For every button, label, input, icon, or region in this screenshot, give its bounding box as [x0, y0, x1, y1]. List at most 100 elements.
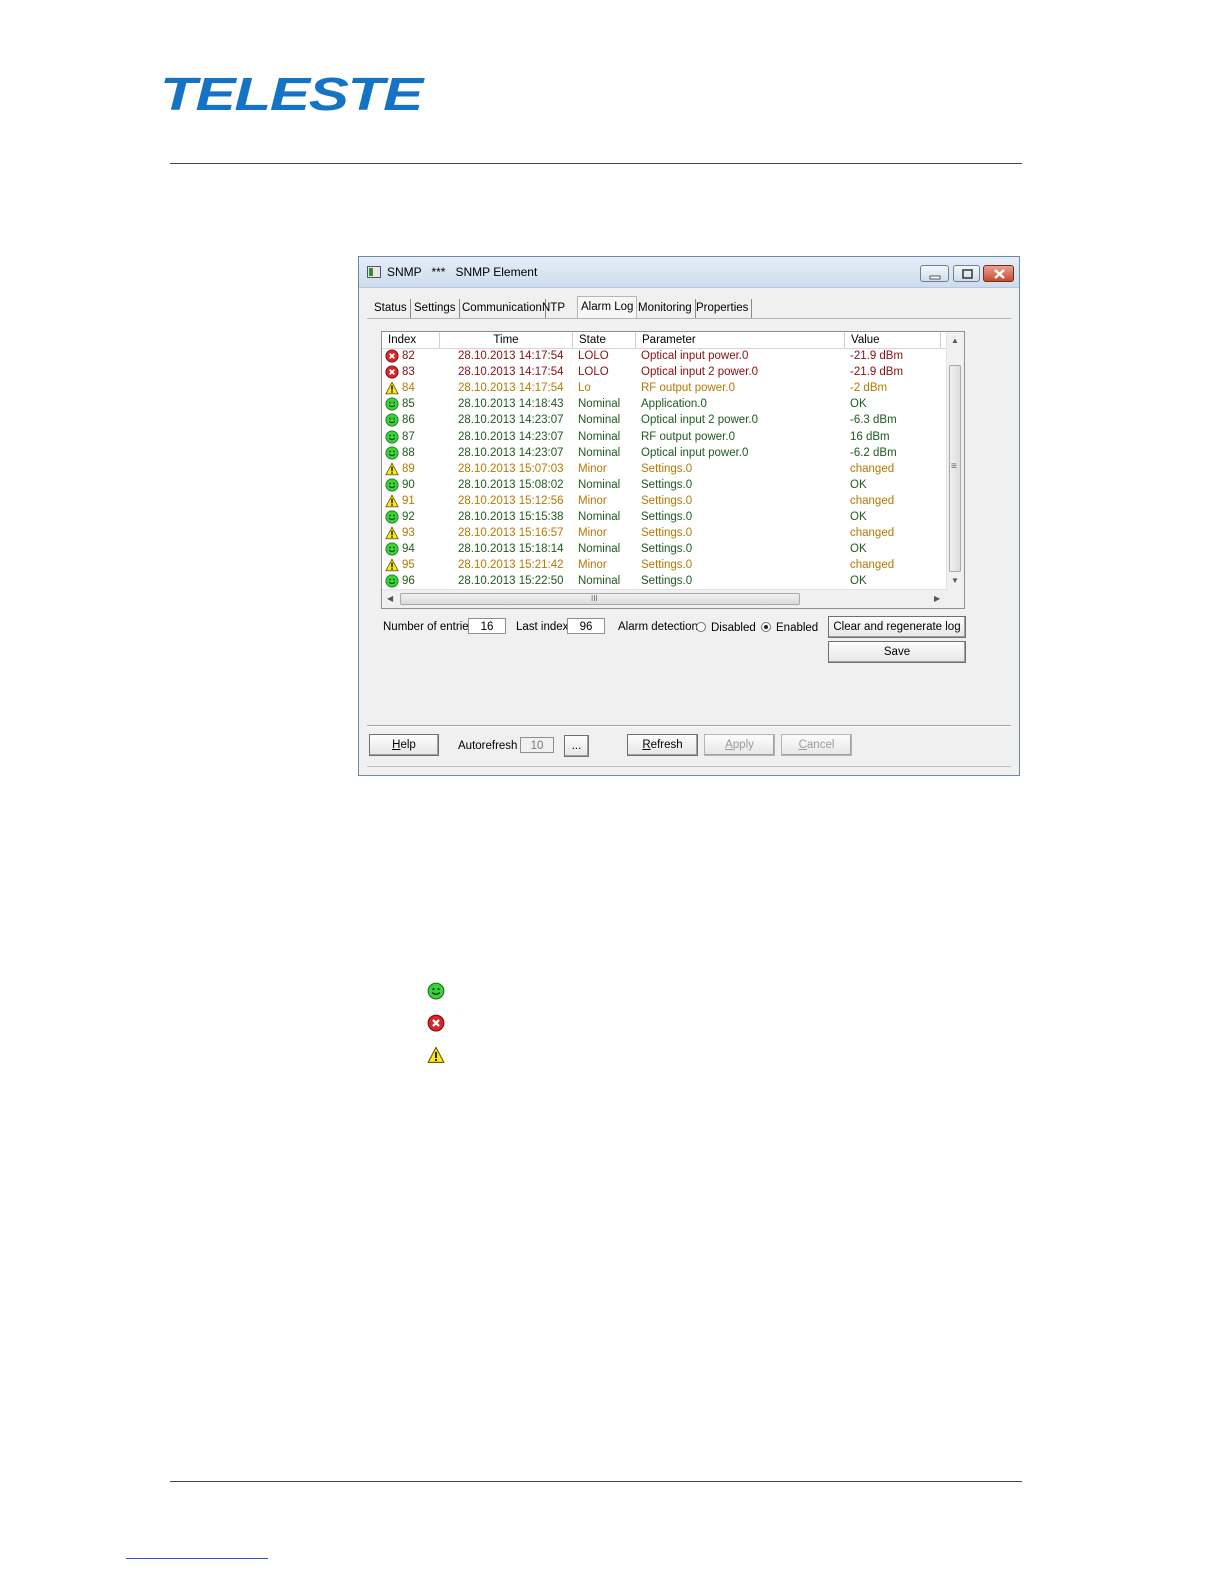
minimize-icon	[929, 275, 941, 280]
cell-parameter: Settings.0	[641, 543, 693, 556]
error-icon	[385, 365, 399, 379]
scroll-left-arrow-icon[interactable]: ◀	[387, 594, 393, 604]
cell-time: 28.10.2013 15:22:50	[458, 575, 564, 588]
cell-index: 90	[402, 478, 415, 491]
cell-time: 28.10.2013 14:17:54	[458, 350, 564, 362]
apply-button-label: pply	[732, 739, 754, 751]
warning-icon	[385, 526, 399, 540]
column-header-time[interactable]: Time	[440, 332, 573, 348]
ok-smiley-icon	[385, 429, 399, 444]
legend-ok-smiley-icon	[427, 982, 445, 1000]
cell-parameter: Optical input 2 power.0	[641, 366, 758, 379]
clear-and-regenerate-log-button[interactable]: Clear and regenerate log	[828, 616, 966, 638]
enabled-label[interactable]: Enabled	[776, 620, 818, 636]
cell-parameter: RF output power.0	[641, 382, 735, 395]
cell-value: changed	[850, 494, 895, 507]
tab-communication[interactable]: Communication	[459, 299, 546, 318]
table-row[interactable]: 91 28.10.2013 15:12:56 Minor Settings.0 chan…	[382, 493, 948, 509]
disabled-label[interactable]: Disabled	[711, 620, 756, 636]
teleste-logo: TELESTE	[160, 70, 426, 118]
column-header-parameter[interactable]: Parameter	[636, 332, 845, 348]
column-header-index[interactable]: Index	[382, 332, 440, 348]
cell-value: -21.9 dBm	[850, 350, 904, 362]
cell-parameter: Settings.0	[641, 559, 693, 572]
cell-parameter: Application.0	[641, 398, 707, 411]
maximize-button[interactable]	[953, 265, 980, 282]
horizontal-scrollbar[interactable]: ◀ III ▶	[382, 589, 948, 608]
cell-index: 92	[402, 511, 415, 523]
cell-parameter: Settings.0	[641, 462, 693, 475]
cell-parameter: Settings.0	[641, 575, 693, 588]
column-header-state[interactable]: State	[573, 332, 636, 348]
cell-value: OK	[850, 543, 867, 556]
table-row[interactable]: 86 28.10.2013 14:23:07 Nominal Optical inpu…	[382, 412, 948, 428]
table-row[interactable]: 96 28.10.2013 15:22:50 Nominal Settings.0 OK	[382, 573, 948, 589]
table-row[interactable]: 87 28.10.2013 14:23:07 Nominal RF output po…	[382, 429, 948, 445]
table-row[interactable]: 85 28.10.2013 14:18:43 Nominal Application.…	[382, 396, 948, 412]
cell-index: 83	[402, 366, 415, 379]
autorefresh-field[interactable]: 10	[520, 737, 554, 753]
scroll-up-arrow-icon[interactable]: ▲	[951, 336, 959, 346]
last-index-field[interactable]: 96	[567, 618, 605, 634]
vertical-scrollbar[interactable]: ▲ ≡ ▼	[946, 332, 964, 590]
scroll-down-arrow-icon[interactable]: ▼	[951, 576, 959, 586]
scrollbar-corner	[947, 590, 964, 608]
number-of-entries-field[interactable]: 16	[468, 618, 506, 634]
cell-state: Nominal	[578, 446, 621, 459]
autorefresh-options-button[interactable]: ...	[564, 735, 589, 757]
table-row[interactable]: 82 28.10.2013 14:17:54 LOLO Optical input p…	[382, 348, 948, 364]
cell-time: 28.10.2013 14:23:07	[458, 430, 564, 443]
refresh-button[interactable]: Refresh	[627, 734, 698, 756]
tab-properties[interactable]: Properties	[693, 299, 753, 318]
close-button[interactable]	[983, 265, 1014, 282]
apply-button[interactable]: Apply	[704, 734, 775, 756]
cell-index: 86	[402, 414, 415, 427]
cell-time: 28.10.2013 15:12:56	[458, 494, 564, 507]
vertical-scroll-thumb[interactable]: ≡	[949, 365, 961, 572]
tab-monitoring[interactable]: Monitoring	[635, 299, 696, 318]
horizontal-thumb-grip: III	[591, 594, 598, 603]
table-row[interactable]: 92 28.10.2013 15:15:38 Nominal Settings.0 OK	[382, 509, 948, 525]
alarm-detection-disabled-radio[interactable]	[696, 622, 706, 632]
cancel-button[interactable]: Cancel	[781, 734, 852, 756]
save-button[interactable]: Save	[828, 641, 966, 663]
alarm-detection-enabled-radio[interactable]	[761, 622, 771, 632]
scroll-right-arrow-icon[interactable]: ▶	[934, 594, 940, 604]
tab-settings[interactable]: Settings	[411, 299, 460, 318]
autorefresh-label: Autorefresh	[458, 740, 518, 752]
cell-state: Nominal	[578, 575, 621, 588]
column-header-value[interactable]: Value	[845, 332, 941, 348]
table-row[interactable]: 89 28.10.2013 15:07:03 Minor Settings.0 chan…	[382, 461, 948, 477]
help-button[interactable]: Help	[369, 734, 439, 756]
cell-time: 28.10.2013 15:15:38	[458, 511, 564, 523]
cell-state: Minor	[578, 494, 607, 507]
ok-smiley-icon	[385, 542, 399, 556]
alarm-log-list[interactable]: Index Time State Parameter Value 82 28.10…	[381, 331, 965, 609]
cell-state: LOLO	[578, 350, 609, 362]
table-row[interactable]: 94 28.10.2013 15:18:14 Nominal Settings.0 OK	[382, 541, 948, 557]
warning-icon	[385, 381, 399, 395]
cell-state: Minor	[578, 559, 607, 572]
tab-ntp[interactable]: NTP	[539, 299, 568, 318]
horizontal-scroll-thumb[interactable]: III	[400, 593, 800, 605]
cell-time: 28.10.2013 14:17:54	[458, 366, 564, 379]
maximize-icon	[962, 269, 973, 279]
table-row[interactable]: 84 28.10.2013 14:17:54 Lo RF output power.0…	[382, 380, 948, 396]
table-row[interactable]: 83 28.10.2013 14:17:54 LOLO Optical input 2…	[382, 364, 948, 380]
ok-smiley-icon	[385, 478, 399, 492]
tab-alarm-log[interactable]: Alarm Log	[577, 296, 638, 319]
refresh-button-mnemonic: R	[642, 739, 651, 751]
cell-state: Lo	[578, 382, 591, 395]
table-row[interactable]: 93 28.10.2013 15:16:57 Minor Settings.0 chan…	[382, 525, 948, 541]
tab-status[interactable]: Status	[371, 299, 411, 318]
table-row[interactable]: 90 28.10.2013 15:08:02 Nominal Settings.0 OK	[382, 477, 948, 493]
error-icon	[385, 349, 399, 363]
cell-time: 28.10.2013 14:23:07	[458, 446, 564, 459]
table-row[interactable]: 95 28.10.2013 15:21:42 Minor Settings.0 chan…	[382, 557, 948, 573]
table-row[interactable]: 88 28.10.2013 14:23:07 Nominal Optical inpu…	[382, 445, 948, 461]
cell-parameter: Optical input power.0	[641, 446, 749, 459]
legend-error-icon	[427, 1014, 445, 1032]
title-bar[interactable]: SNMP *** SNMP Element	[359, 257, 1019, 288]
cell-time: 28.10.2013 14:18:43	[458, 398, 564, 411]
minimize-button[interactable]	[920, 265, 949, 282]
